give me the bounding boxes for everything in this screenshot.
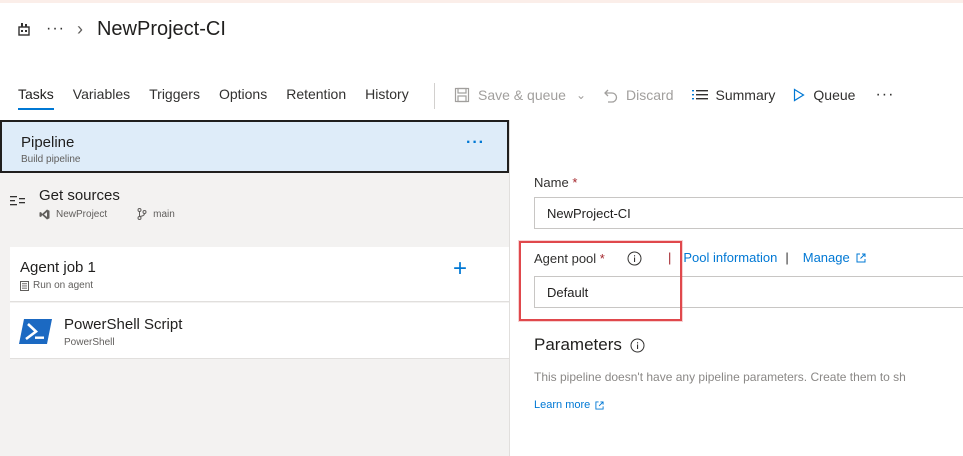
branch-name: main [153, 208, 175, 220]
pipeline-node[interactable]: Pipeline Build pipeline ··· [0, 120, 509, 173]
task-node-powershell[interactable]: PowerShell Script PowerShell [10, 303, 509, 359]
external-link-icon [595, 400, 604, 410]
parameters-info-icon[interactable] [630, 338, 645, 353]
repo-icon [39, 209, 50, 219]
parameters-heading-text: Parameters [534, 335, 622, 354]
name-field[interactable]: NewProject-CI [534, 197, 963, 229]
link-separator: | [785, 250, 789, 265]
parameters-description: This pipeline doesn't have any pipeline … [534, 370, 906, 384]
tab-variables[interactable]: Variables [73, 86, 130, 110]
powershell-icon [19, 319, 52, 349]
pipeline-more-button[interactable]: ··· [466, 134, 485, 152]
toolbar-divider [434, 83, 435, 109]
pool-information-link[interactable]: Pool information [683, 250, 777, 265]
task-subtitle: PowerShell [64, 337, 115, 348]
build-pipeline-icon[interactable] [16, 21, 32, 37]
tab-retention[interactable]: Retention [286, 86, 346, 110]
branch-icon [137, 208, 147, 220]
task-title: PowerShell Script [64, 316, 183, 333]
manage-link[interactable]: Manage [803, 250, 850, 265]
name-required-marker: * [572, 175, 578, 190]
parameters-heading: Parameters [534, 335, 645, 355]
discard-label: Discard [626, 87, 674, 103]
discard-button[interactable]: Discard [604, 87, 674, 103]
top-accent-strip [0, 0, 963, 3]
learn-more-text: Learn more [534, 399, 591, 411]
pipeline-title: Pipeline [21, 134, 75, 151]
tab-tasks[interactable]: Tasks [18, 86, 54, 110]
queue-label: Queue [813, 87, 856, 103]
page-header: ··· › NewProject-CI [16, 14, 226, 44]
toolbar-more-button[interactable]: ··· [875, 86, 894, 104]
pipeline-tree-panel: Pipeline Build pipeline ··· Get sources … [0, 120, 509, 456]
tab-bar: Tasks Variables Triggers Options Retenti… [18, 86, 428, 110]
agent-job-node[interactable]: Agent job 1 Run on agent + [10, 247, 509, 302]
pipeline-properties-panel: Name * NewProject-CI Agent pool * | Pool… [510, 120, 963, 456]
agent-pool-links: | Pool information | Manage [668, 250, 866, 265]
summary-button[interactable]: Summary [691, 87, 776, 103]
breadcrumb-chevron-icon: › [76, 18, 83, 39]
pipeline-subtitle: Build pipeline [21, 154, 81, 165]
get-sources-icon [10, 194, 26, 212]
external-link-icon [856, 253, 866, 262]
breadcrumb-more-button[interactable]: ··· [46, 20, 65, 38]
toolbar: Save & queue ⌄ Discard Summary Queue ··· [454, 86, 894, 104]
name-label: Name * [534, 175, 577, 190]
play-icon [794, 88, 806, 102]
list-icon [691, 90, 708, 100]
get-sources-node[interactable]: Get sources NewProject main [0, 180, 509, 230]
summary-label: Summary [715, 87, 776, 103]
undo-icon [604, 89, 618, 103]
chevron-down-icon[interactable]: ⌄ [576, 88, 586, 102]
save-icon [454, 87, 470, 103]
name-label-text: Name [534, 175, 569, 190]
add-task-button[interactable]: + [453, 257, 467, 281]
get-sources-details: NewProject main [39, 208, 175, 220]
page-title: NewProject-CI [96, 17, 226, 40]
tab-triggers[interactable]: Triggers [149, 86, 200, 110]
server-icon [20, 280, 29, 291]
save-queue-label: Save & queue [478, 87, 566, 103]
tab-options[interactable]: Options [219, 86, 267, 110]
agent-job-subtitle: Run on agent [33, 280, 94, 291]
highlight-box [519, 241, 682, 321]
agent-job-subtitle-row: Run on agent [20, 280, 93, 291]
learn-more-link[interactable]: Learn more [534, 399, 604, 411]
agent-job-title: Agent job 1 [20, 259, 96, 276]
get-sources-title: Get sources [39, 187, 120, 204]
repo-name: NewProject [56, 208, 108, 220]
tab-history[interactable]: History [365, 86, 409, 110]
save-queue-button[interactable]: Save & queue ⌄ [454, 87, 586, 103]
queue-button[interactable]: Queue [793, 87, 855, 103]
